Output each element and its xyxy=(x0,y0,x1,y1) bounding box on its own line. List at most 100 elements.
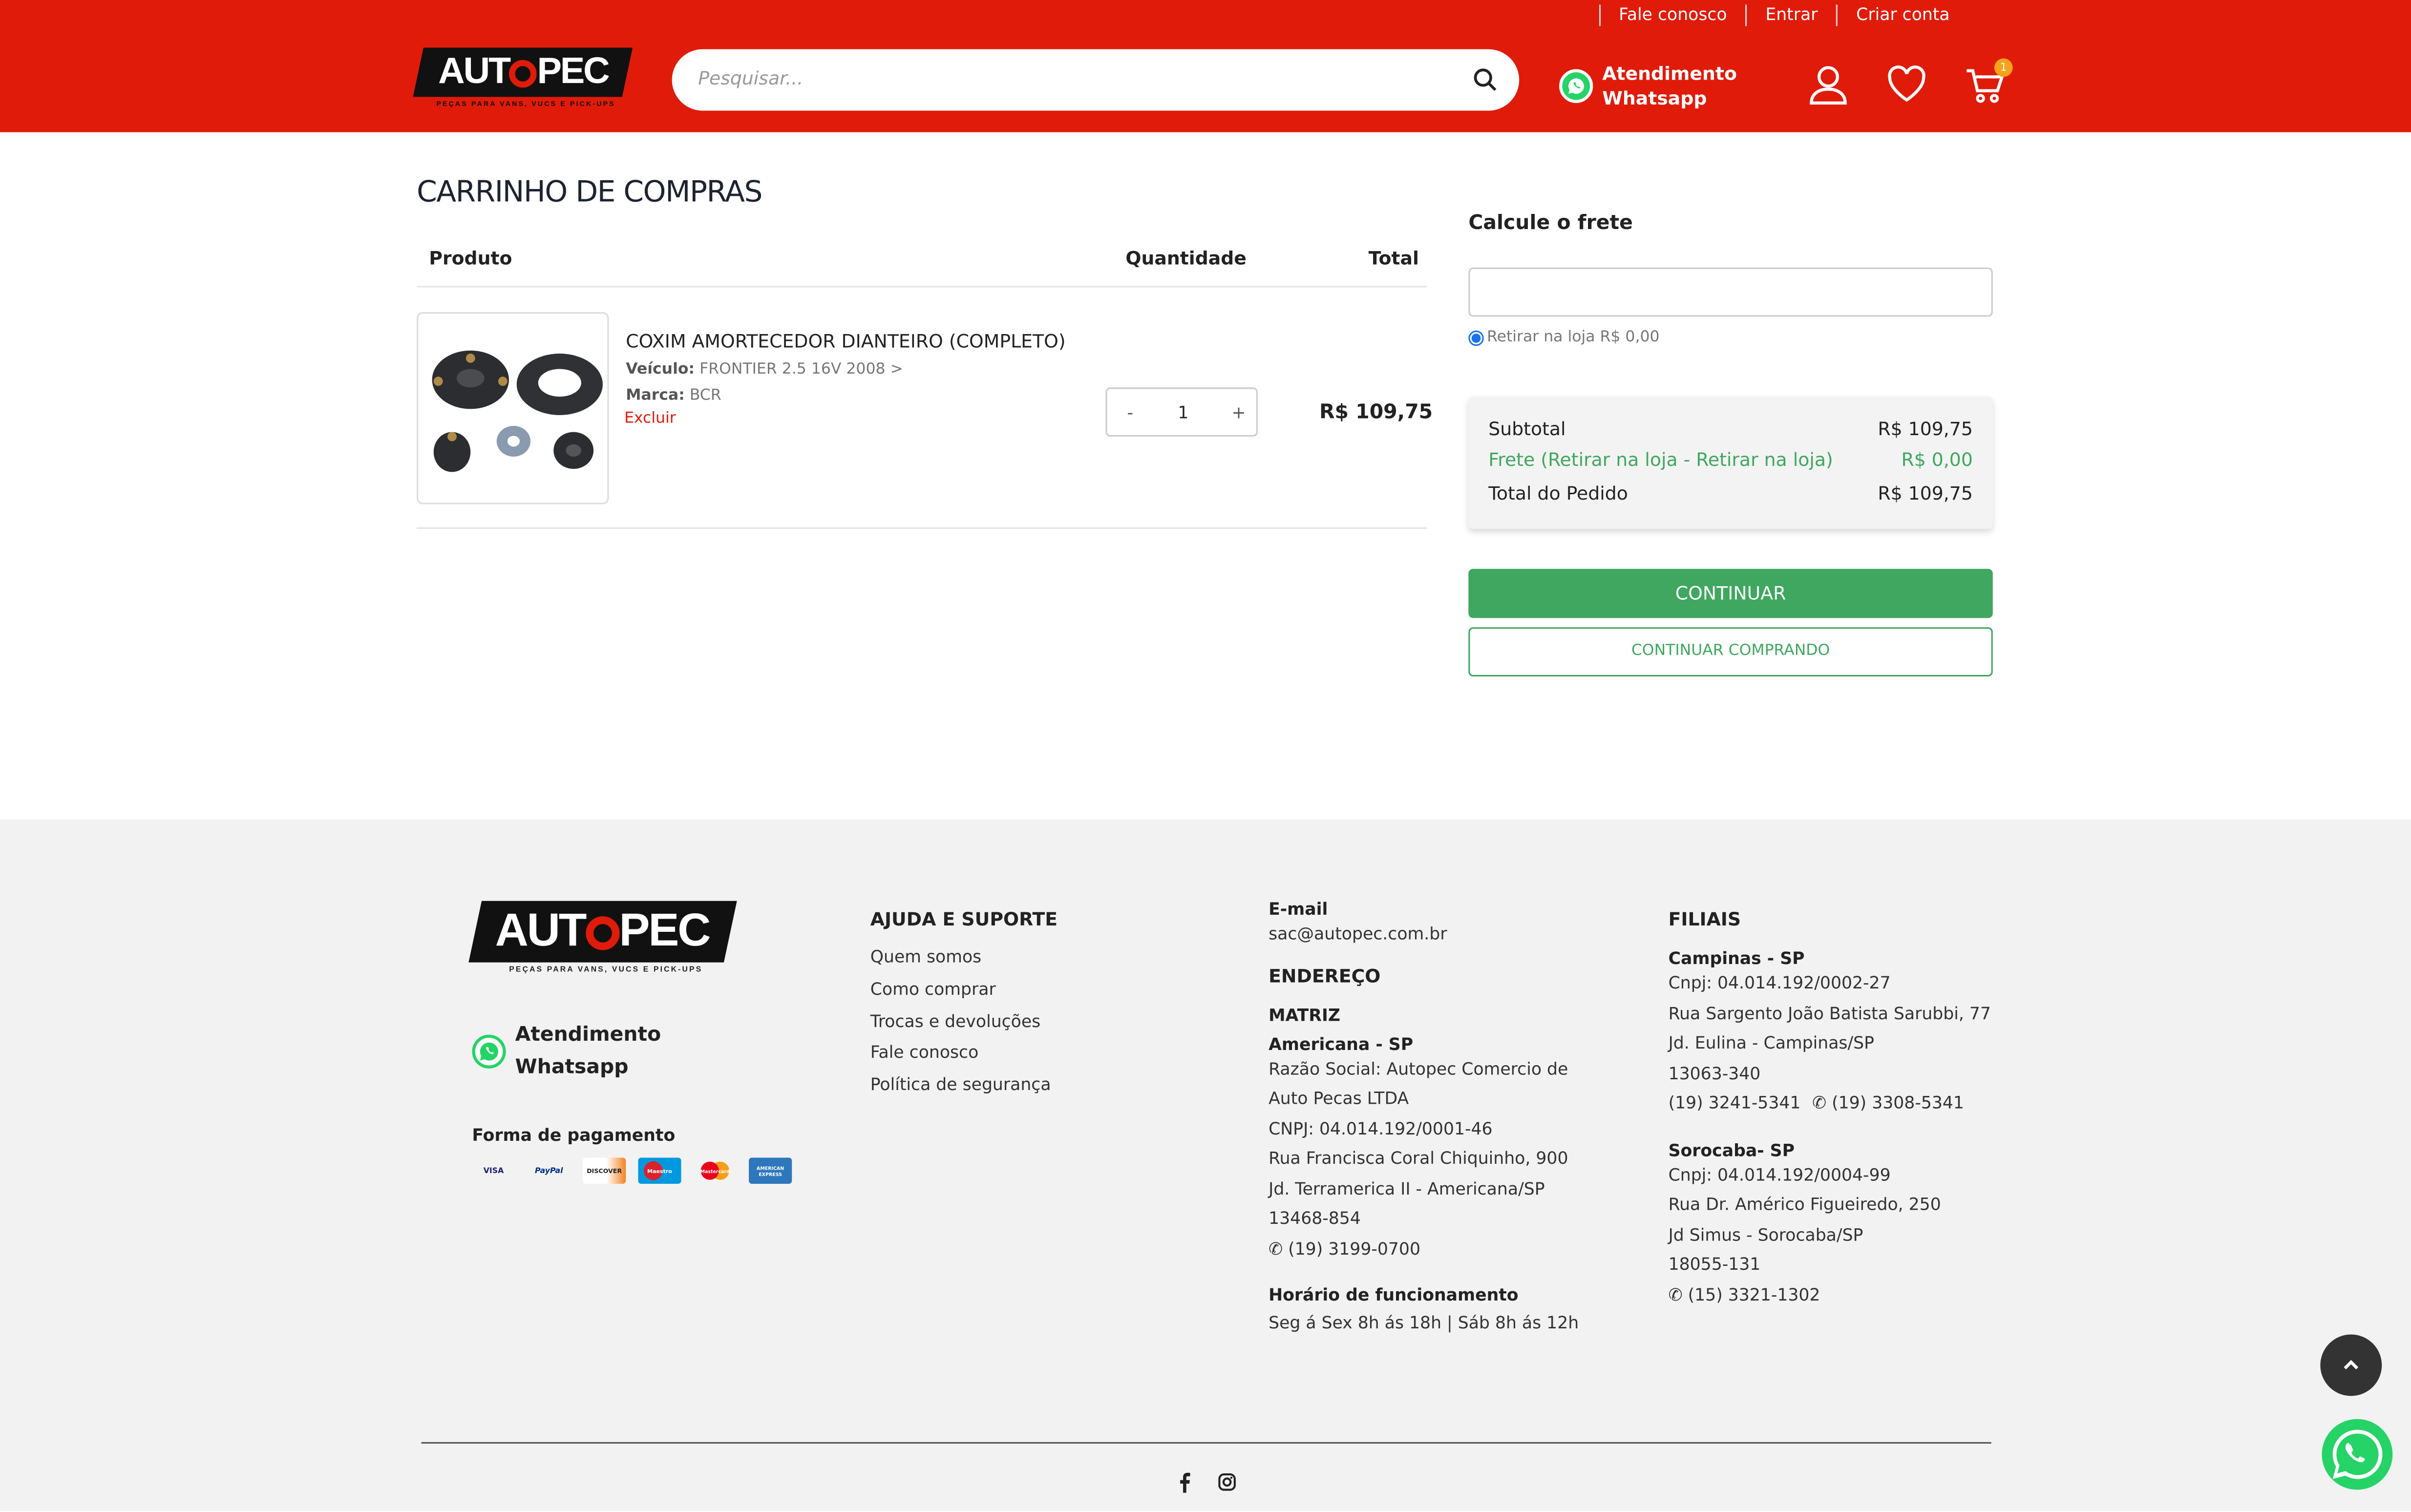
matriz-line: Razão Social: Autopec Comercio de xyxy=(1269,1058,1568,1079)
contact-section: E-mail sac@autopec.com.br ENDEREÇO MATRI… xyxy=(1269,900,1579,1339)
matriz-line: 13468-854 xyxy=(1269,1208,1361,1229)
footer-link-returns[interactable]: Trocas e devoluções xyxy=(870,1007,1057,1038)
logo-text-left: AUT xyxy=(438,50,509,92)
sorocaba-line: Jd Simus - Sorocaba/SP xyxy=(1668,1224,1863,1245)
page-title: CARRINHO DE COMPRAS xyxy=(417,175,762,210)
matriz-phone: (19) 3199-0700 xyxy=(1288,1238,1421,1259)
quantity-increase-button[interactable]: + xyxy=(1232,403,1246,423)
whatsapp-label-line1: Atendimento xyxy=(1602,63,1737,85)
footer-logo[interactable]: AUT PEC PEÇAS PARA VANS, VUCS E PICK-UPS xyxy=(468,901,737,975)
footer-whatsapp[interactable]: Atendimento Whatsapp xyxy=(472,1019,661,1084)
column-total: Total xyxy=(1368,247,1419,269)
shipping-cep-input[interactable] xyxy=(1468,267,1993,317)
subtotal-label: Subtotal xyxy=(1488,418,1566,440)
visa-icon: VISA xyxy=(483,1166,504,1176)
search-input[interactable]: Pesquisar... xyxy=(698,68,803,89)
site-header: Fale conosco Entrar Criar conta AUT PEC P… xyxy=(0,0,2411,132)
top-links: Fale conosco Entrar Criar conta xyxy=(1599,4,1968,26)
column-quantity: Quantidade xyxy=(1125,247,1247,269)
footer-whatsapp-icon xyxy=(472,1034,506,1069)
product-name[interactable]: COXIM AMORTECEDOR DIANTEIRO (COMPLETO) xyxy=(626,331,1065,352)
logo-tagline: PEÇAS PARA VANS, VUCS E PICK-UPS xyxy=(436,100,615,108)
vehicle-value: FRONTIER 2.5 16V 2008 > xyxy=(699,361,903,378)
footer-whatsapp-line2: Whatsapp xyxy=(515,1056,629,1079)
remove-item-link[interactable]: Excluir xyxy=(624,411,676,428)
user-icon[interactable] xyxy=(1808,64,1848,105)
payment-title: Forma de pagamento xyxy=(472,1125,676,1146)
campinas-line: 13063-340 xyxy=(1668,1063,1761,1083)
footer-logo-text-left: AUT xyxy=(495,905,586,957)
back-to-top-button[interactable] xyxy=(2320,1334,2382,1396)
hours-value: Seg á Sex 8h ás 18h | Sáb 8h ás 12h xyxy=(1269,1313,1579,1333)
paypal-icon: PayPal xyxy=(535,1166,563,1176)
help-title: AJUDA E SUPORTE xyxy=(870,908,1058,930)
email-value[interactable]: sac@autopec.com.br xyxy=(1269,920,1579,949)
brand-label: Marca: xyxy=(626,387,685,404)
product-image[interactable] xyxy=(417,312,609,504)
mastercard-icon: Mastercard xyxy=(693,1157,737,1184)
whatsapp-small-icon: ✆ xyxy=(1269,1238,1283,1259)
whatsapp-label-line2: Whatsapp xyxy=(1602,87,1707,109)
quantity-value[interactable]: 1 xyxy=(1178,403,1188,423)
divider xyxy=(417,527,1427,529)
facebook-icon[interactable] xyxy=(1176,1471,1191,1493)
logo-text-right: PEC xyxy=(536,50,608,92)
campinas-phone2[interactable]: (19) 3308-5341 xyxy=(1832,1093,1964,1113)
footer-link-contact[interactable]: Fale conosco xyxy=(870,1038,1057,1070)
pickup-radio[interactable] xyxy=(1468,330,1484,345)
continue-button[interactable]: CONTINUAR xyxy=(1468,568,1993,618)
header-whatsapp[interactable]: Atendimento Whatsapp xyxy=(1559,62,1737,111)
top-link-login[interactable]: Entrar xyxy=(1745,4,1836,26)
freight-value: R$ 0,00 xyxy=(1901,449,1973,471)
header-logo[interactable]: AUT PEC PEÇAS PARA VANS, VUCS E PICK-UPS xyxy=(413,47,634,108)
campinas-line: Rua Sargento João Batista Sarubbi, 77 xyxy=(1668,1003,1991,1023)
search-bar[interactable]: Pesquisar... xyxy=(672,49,1520,111)
sorocaba-line: Rua Dr. Américo Figueiredo, 250 xyxy=(1668,1194,1941,1215)
heart-icon[interactable] xyxy=(1887,64,1927,105)
campinas-phone1[interactable]: (19) 3241-5341 xyxy=(1669,1093,1801,1113)
product-brand: Marca: BCR xyxy=(626,387,721,404)
total-label: Total do Pedido xyxy=(1488,483,1628,504)
total-value: R$ 109,75 xyxy=(1878,483,1973,504)
footer-logo-text-right: PEC xyxy=(619,905,710,957)
footer-link-security-policy[interactable]: Política de segurança xyxy=(870,1071,1057,1102)
campinas-line: Jd. Eulina - Campinas/SP xyxy=(1668,1033,1875,1053)
whatsapp-small-icon: ✆ xyxy=(1812,1093,1827,1113)
summary-subtotal-row: Subtotal R$ 109,75 xyxy=(1488,418,1973,440)
top-link-register[interactable]: Criar conta xyxy=(1836,4,1968,26)
top-link-contact[interactable]: Fale conosco xyxy=(1599,4,1745,26)
column-product: Produto xyxy=(429,247,512,269)
filiais-title: FILIAIS xyxy=(1668,908,1741,930)
hours-title: Horário de funcionamento xyxy=(1269,1285,1519,1305)
product-photo-icon xyxy=(432,350,603,472)
pickup-option[interactable]: Retirar na loja R$ 0,00 xyxy=(1468,329,1660,346)
footer-whatsapp-line1: Atendimento xyxy=(515,1024,661,1047)
sorocaba-phone-row[interactable]: ✆ (15) 3321-1302 xyxy=(1669,1280,1991,1310)
campinas-phones: (19) 3241-5341 ✆ (19) 3308-5341 xyxy=(1669,1089,1991,1118)
search-icon[interactable] xyxy=(1473,68,1498,92)
logo-o-icon xyxy=(508,59,537,87)
whatsapp-float-button[interactable] xyxy=(2322,1419,2393,1490)
matriz-title: MATRIZ xyxy=(1269,1005,1340,1025)
item-total: R$ 109,75 xyxy=(1319,401,1433,424)
quantity-decrease-button[interactable]: - xyxy=(1127,403,1133,423)
brand-value: BCR xyxy=(689,387,721,404)
subtotal-value: R$ 109,75 xyxy=(1878,418,1973,440)
divider xyxy=(417,286,1427,288)
sorocaba-line: 18055-131 xyxy=(1668,1254,1761,1275)
summary-freight-row: Frete (Retirar na loja - Retirar na loja… xyxy=(1488,449,1973,470)
whatsapp-icon xyxy=(1559,69,1593,103)
footer-link-about[interactable]: Quem somos xyxy=(870,943,1057,974)
footer-link-how-to-buy[interactable]: Como comprar xyxy=(870,974,1057,1006)
matriz-phone-row[interactable]: ✆ (19) 3199-0700 xyxy=(1269,1234,1579,1263)
vehicle-label: Veículo: xyxy=(626,361,695,378)
whatsapp-small-icon: ✆ xyxy=(1668,1284,1683,1305)
footer-logo-tagline: PEÇAS PARA VANS, VUCS E PICK-UPS xyxy=(509,965,703,975)
amex-icon: AMERICAN EXPRESS xyxy=(749,1157,792,1184)
whatsapp-icon xyxy=(2332,1429,2383,1479)
instagram-icon[interactable] xyxy=(1218,1473,1236,1491)
continue-shopping-button[interactable]: CONTINUAR COMPRANDO xyxy=(1468,627,1993,677)
matriz-city: Americana - SP xyxy=(1269,1034,1414,1054)
maestro-icon: Maestro xyxy=(638,1157,681,1184)
footer-logo-o-icon xyxy=(586,916,620,950)
